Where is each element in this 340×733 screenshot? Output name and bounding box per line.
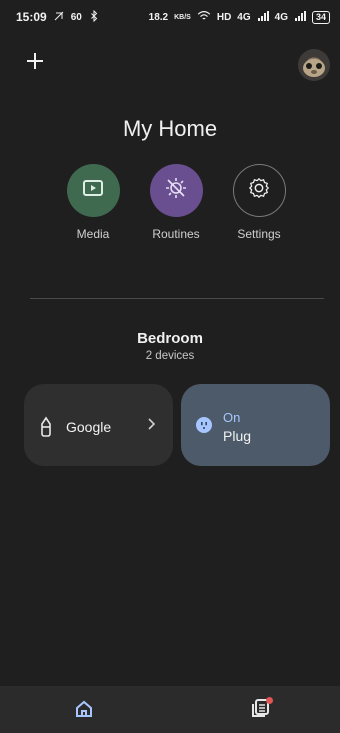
section-divider bbox=[30, 298, 324, 299]
status-bar: 15:09 60 18.2 KB/S HD 4G 4G 34 bbox=[0, 0, 340, 34]
notification-badge bbox=[266, 697, 273, 704]
device-name-plug: Plug bbox=[223, 428, 252, 444]
plug-status: On bbox=[223, 410, 241, 425]
gear-icon bbox=[248, 177, 270, 204]
page-title: My Home bbox=[122, 116, 218, 141]
status-right: 18.2 KB/S HD 4G 4G 34 bbox=[149, 10, 330, 25]
status-left-extra: 60 bbox=[70, 11, 82, 23]
quick-actions: Media Routines Settings bbox=[0, 164, 340, 264]
avatar[interactable] bbox=[298, 49, 330, 81]
top-bar bbox=[0, 46, 340, 86]
status-left: 15:09 60 bbox=[16, 9, 100, 25]
routines-label: Routines bbox=[152, 227, 200, 241]
signal-icon-2 bbox=[294, 10, 306, 25]
profile-avatar-icon bbox=[303, 59, 325, 77]
sun-off-icon bbox=[165, 177, 187, 204]
status-time: 15:09 bbox=[16, 10, 47, 24]
nav-feed[interactable] bbox=[250, 697, 273, 725]
speaker-icon bbox=[38, 416, 54, 443]
media-label: Media bbox=[76, 227, 110, 241]
add-button[interactable] bbox=[22, 50, 48, 76]
routines-circle bbox=[149, 164, 203, 217]
signal-icon-1 bbox=[257, 10, 269, 25]
home-icon bbox=[74, 700, 94, 723]
device-name-google: Google bbox=[66, 419, 112, 435]
room-title: Bedroom bbox=[137, 330, 203, 347]
feed-icon bbox=[250, 699, 272, 724]
settings-label: Settings bbox=[237, 227, 281, 241]
network-4g-1: 4G bbox=[237, 11, 251, 23]
network-4g-2: 4G bbox=[274, 11, 288, 23]
room-subtitle: 2 devices bbox=[145, 350, 195, 362]
data-speed: 18.2 bbox=[148, 11, 169, 23]
routines-button[interactable]: Routines bbox=[136, 164, 216, 241]
plus-icon bbox=[26, 52, 44, 75]
media-circle bbox=[66, 164, 120, 217]
bottom-navigation bbox=[0, 686, 340, 733]
hd-indicator: HD bbox=[216, 11, 232, 23]
play-icon bbox=[83, 180, 103, 201]
battery-icon: 34 bbox=[311, 10, 330, 24]
nav-home[interactable] bbox=[74, 699, 94, 724]
wifi-icon bbox=[197, 10, 211, 25]
settings-circle bbox=[232, 164, 286, 217]
chevron-right-icon bbox=[146, 417, 156, 436]
media-button[interactable]: Media bbox=[53, 164, 133, 241]
signal-off-icon bbox=[53, 10, 65, 25]
settings-button[interactable]: Settings bbox=[219, 164, 299, 241]
data-speed-unit: KB/S bbox=[174, 13, 191, 21]
outlet-icon bbox=[195, 416, 213, 439]
device-tile-plug[interactable]: On Plug bbox=[181, 384, 330, 466]
bluetooth-icon bbox=[88, 9, 100, 25]
device-tile-google[interactable]: Google bbox=[24, 384, 173, 466]
